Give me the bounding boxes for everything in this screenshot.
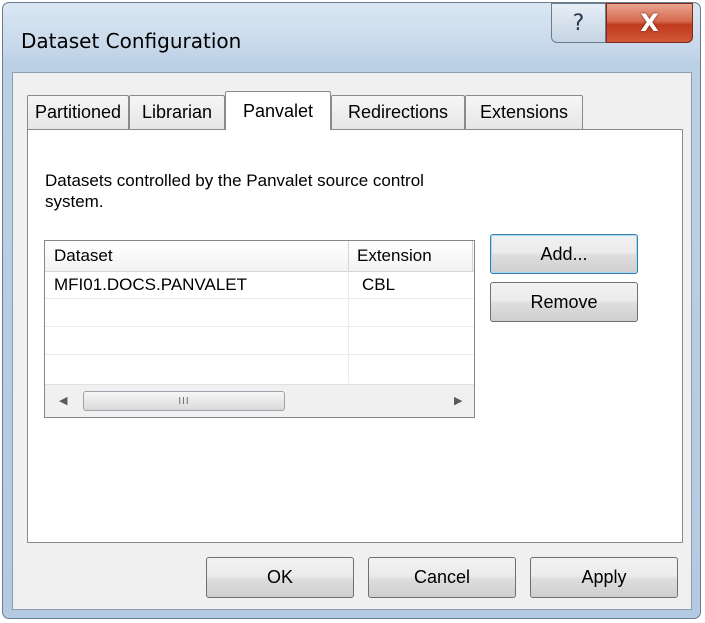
close-icon: X [640,9,659,37]
column-header-extension[interactable]: Extension [349,241,473,271]
cell-extension [349,327,473,355]
help-icon: ? [572,10,585,36]
cell-extension [349,355,473,383]
dataset-list[interactable]: Dataset Extension MFI01.DOCS.PANVALET CB… [44,240,475,418]
cell-dataset: MFI01.DOCS.PANVALET [45,271,349,299]
column-header-dataset[interactable]: Dataset [45,241,349,271]
title-bar[interactable]: Dataset Configuration ? X [3,3,700,73]
table-row [45,299,474,327]
dialog-client-area: Partitioned Librarian Panvalet Redirecti… [12,72,692,610]
tab-redirections[interactable]: Redirections [331,95,465,129]
cell-extension: CBL [362,275,396,294]
cell-dataset [45,299,349,327]
apply-button[interactable]: Apply [530,557,678,598]
ok-button[interactable]: OK [206,557,354,598]
tab-partitioned[interactable]: Partitioned [27,95,129,129]
window-title: Dataset Configuration [21,29,242,53]
table-row[interactable]: MFI01.DOCS.PANVALET CBL [45,271,474,299]
grip-icon: III [178,395,190,407]
tab-panel-panvalet: Datasets controlled by the Panvalet sour… [27,129,683,543]
cell-extension [349,299,473,327]
help-button[interactable]: ? [551,3,606,43]
cell-dataset [45,327,349,355]
close-button[interactable]: X [606,3,693,43]
horizontal-scrollbar[interactable]: ◀ III ▶ [45,384,474,417]
remove-button[interactable]: Remove [490,282,638,322]
table-row [45,355,474,383]
scroll-left-icon[interactable]: ◀ [59,394,67,407]
tab-librarian[interactable]: Librarian [129,95,225,129]
scroll-right-icon[interactable]: ▶ [454,394,462,407]
tab-extensions[interactable]: Extensions [465,95,583,129]
scrollbar-thumb[interactable]: III [83,391,285,411]
list-header: Dataset Extension [45,241,474,272]
cancel-button[interactable]: Cancel [368,557,516,598]
add-button[interactable]: Add... [490,234,638,274]
tab-panvalet[interactable]: Panvalet [225,91,331,130]
dialog-window: Dataset Configuration ? X Partitioned Li… [2,2,701,619]
panel-description: Datasets controlled by the Panvalet sour… [45,171,424,211]
cell-dataset [45,355,349,383]
table-row [45,327,474,355]
